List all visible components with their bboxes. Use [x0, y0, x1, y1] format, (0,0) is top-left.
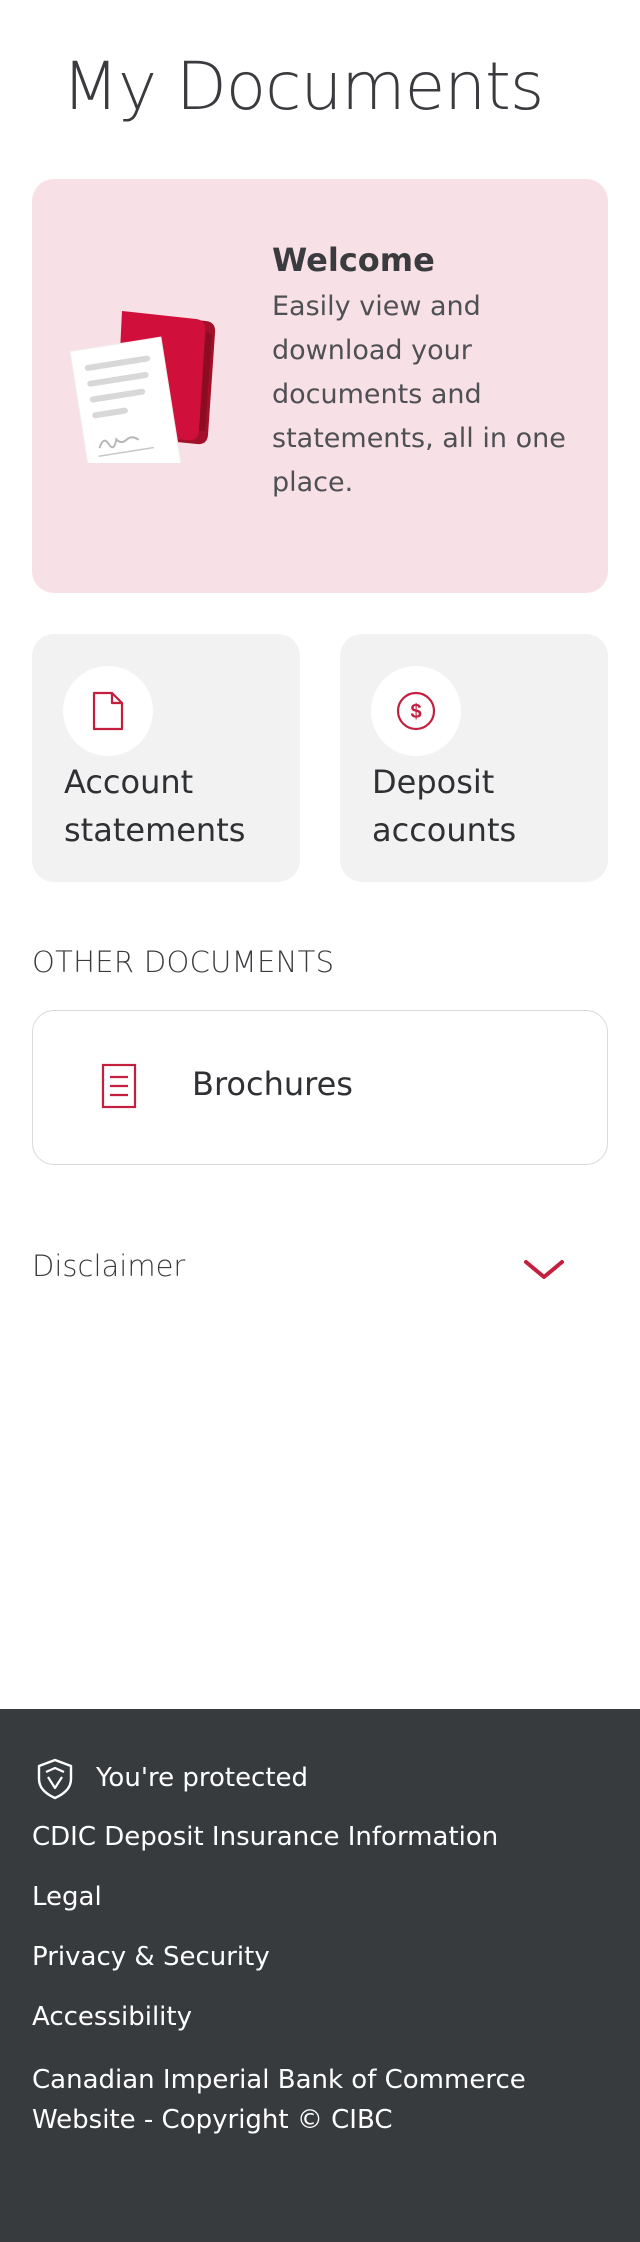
deposit-accounts-label: Deposit accounts: [372, 763, 517, 849]
other-documents-heading: OTHER DOCUMENTS: [32, 945, 335, 979]
svg-text:$: $: [410, 701, 421, 723]
site-footer: You're protected CDIC Deposit Insurance …: [0, 1709, 640, 2242]
legal-link[interactable]: Legal: [32, 1882, 102, 1912]
account-statements-tile[interactable]: Account statements: [32, 634, 300, 882]
disclaimer-toggle[interactable]: Disclaimer: [32, 1245, 608, 1295]
welcome-card: Welcome Easily view and download your do…: [32, 179, 608, 593]
welcome-description: Easily view and download your documents …: [272, 291, 566, 498]
cdic-link[interactable]: CDIC Deposit Insurance Information: [32, 1822, 498, 1852]
brochures-label: Brochures: [192, 1065, 353, 1103]
tile-icon-circle: $: [371, 666, 461, 756]
welcome-title: Welcome: [272, 241, 435, 279]
shield-icon: [37, 1758, 73, 1800]
account-statements-label: Account statements: [64, 763, 246, 849]
copyright-text: Canadian Imperial Bank of Commerce Websi…: [32, 2065, 526, 2135]
brochure-icon: [101, 1063, 137, 1109]
privacy-security-link[interactable]: Privacy & Security: [32, 1942, 270, 1972]
disclaimer-label: Disclaimer: [32, 1249, 186, 1283]
documents-folder-illustration: [69, 311, 216, 463]
tile-icon-circle: [63, 666, 153, 756]
document-icon: [92, 691, 124, 731]
chevron-down-icon: [524, 1260, 564, 1279]
page-title: My Documents: [62, 48, 544, 125]
dollar-circle-icon: $: [396, 691, 436, 731]
deposit-accounts-tile[interactable]: $ Deposit accounts: [340, 634, 608, 882]
brochures-card[interactable]: Brochures: [32, 1010, 608, 1165]
accessibility-link[interactable]: Accessibility: [32, 2002, 192, 2032]
protected-label: You're protected: [96, 1763, 309, 1793]
